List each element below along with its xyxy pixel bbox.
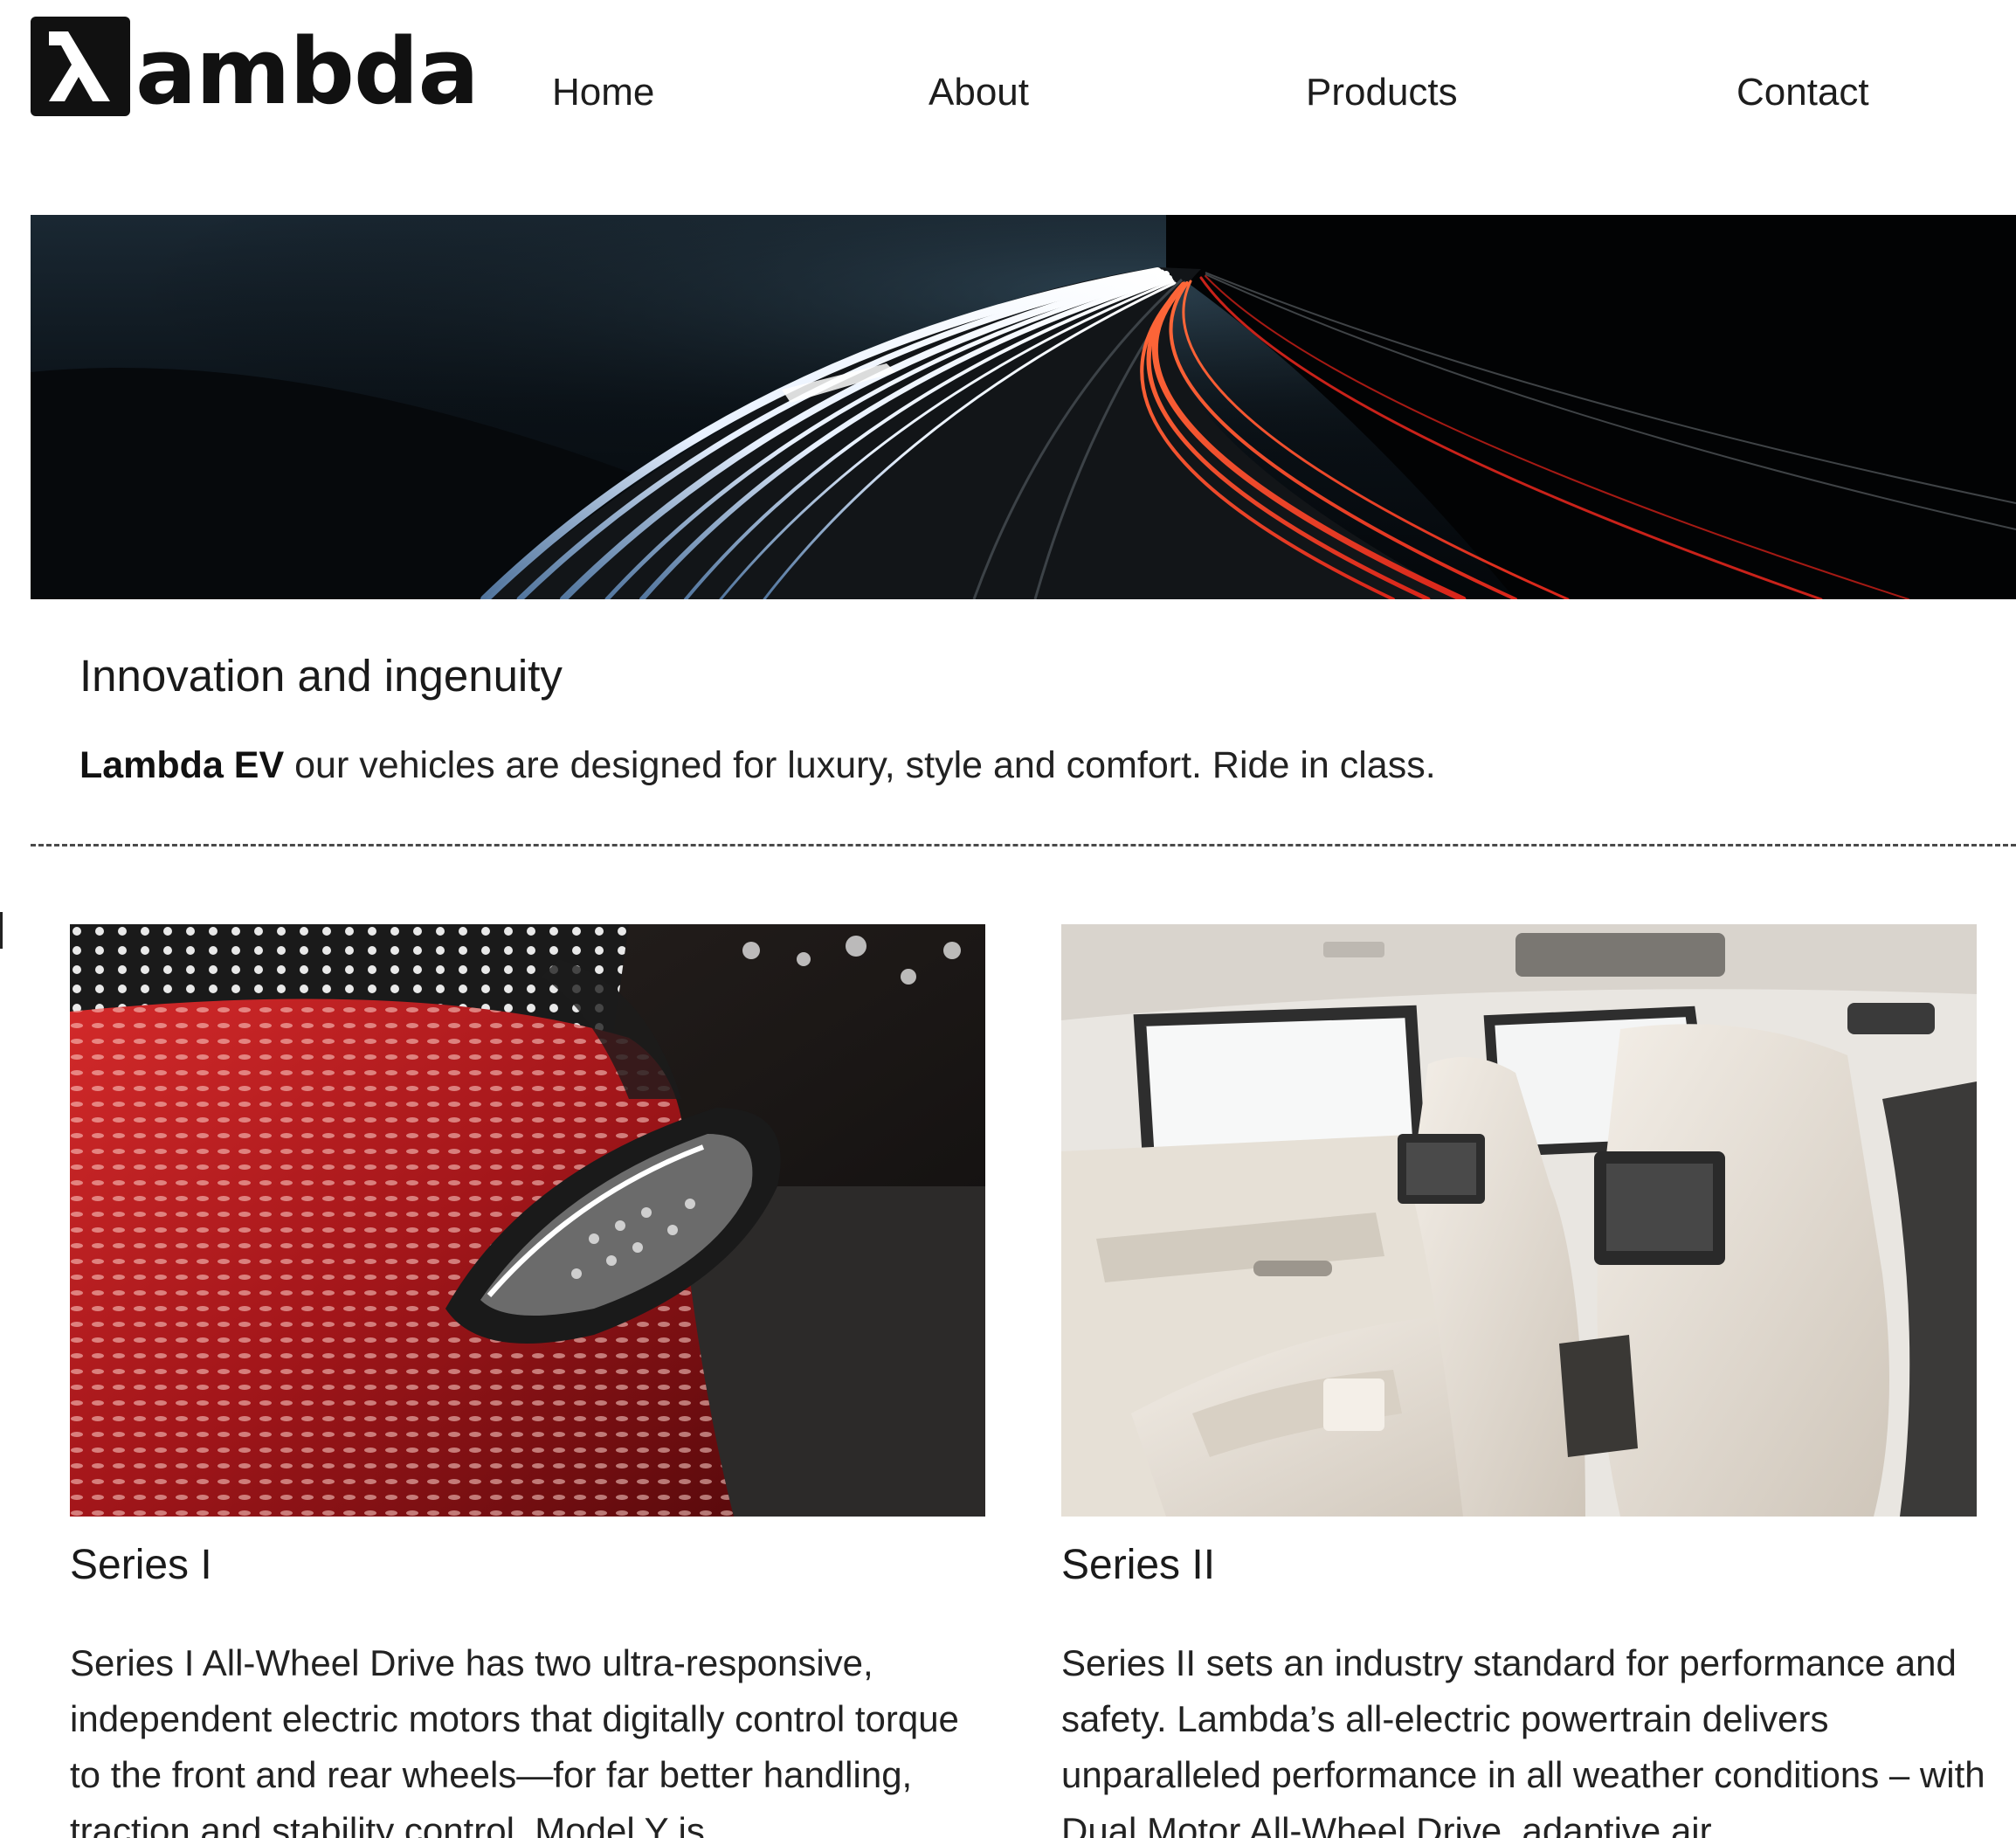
lambda-glyph-icon (49, 31, 110, 101)
car-interior-illustration (1061, 924, 1977, 1517)
nav-contact-link[interactable]: Contact (1736, 73, 1869, 112)
intro-heading: Innovation and ingenuity (79, 651, 563, 701)
product-image-series-1[interactable] (70, 924, 985, 1517)
brand-name: ambda (135, 18, 480, 125)
product-description-series-1: Series I All-Wheel Drive has two ultra-r… (70, 1642, 959, 1838)
section-divider (31, 844, 2016, 846)
left-edge-mark (0, 912, 3, 949)
product-title-series-2: Series II (1061, 1542, 1216, 1588)
nav-about-link[interactable]: About (929, 73, 1029, 112)
lambda-logo-icon (31, 17, 130, 116)
hero-banner-image (31, 215, 2016, 599)
brand-logo[interactable]: ambda (31, 16, 480, 125)
product-title-series-1: Series I (70, 1542, 212, 1588)
product-description-series-2: Series II sets an industry standard for … (1061, 1642, 1985, 1838)
intro-brand-strong: Lambda EV (79, 744, 285, 786)
highway-light-trails-illustration (31, 215, 2016, 599)
intro-text: our vehicles are designed for luxury, st… (284, 744, 1436, 786)
page: ambda Home About Products Contact Innova… (0, 0, 2016, 1838)
red-car-illustration (70, 924, 985, 1517)
product-image-series-2[interactable] (1061, 924, 1977, 1517)
intro-paragraph: Lambda EV our vehicles are designed for … (79, 747, 1436, 784)
nav-home-link[interactable]: Home (552, 73, 654, 112)
site-header: ambda Home About Products Contact (0, 0, 2016, 175)
nav-products-link[interactable]: Products (1306, 73, 1458, 112)
